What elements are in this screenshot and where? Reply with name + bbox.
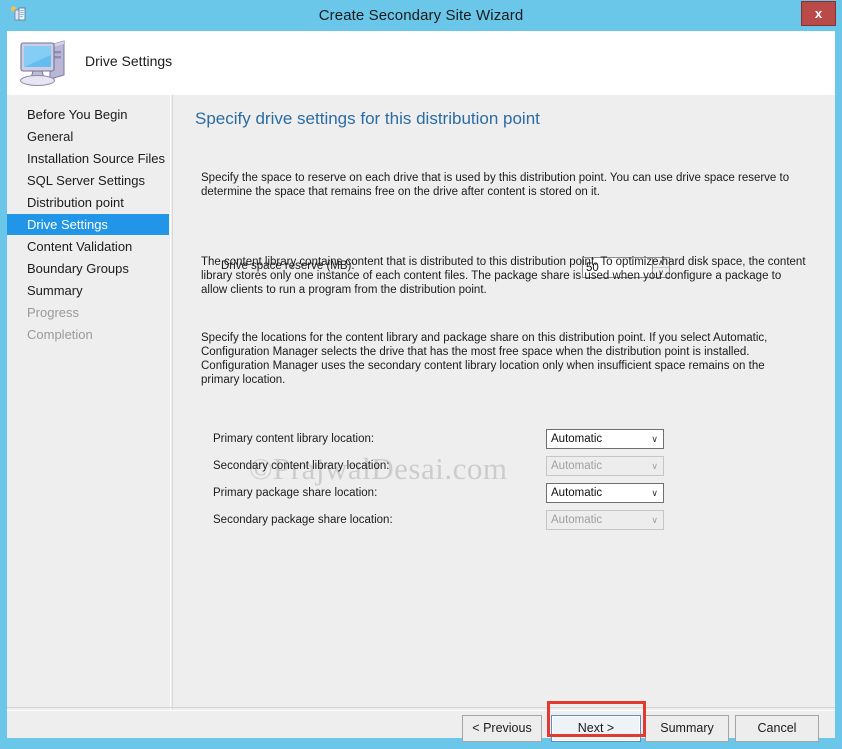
primary-package-share-location-value: Automatic xyxy=(551,487,603,499)
previous-button[interactable]: < Previous xyxy=(462,715,542,742)
dialog-body: Before You Begin General Installation So… xyxy=(7,95,835,738)
secondary-package-share-location-label: Secondary package share location: xyxy=(213,514,393,526)
chevron-down-icon: ∨ xyxy=(651,515,658,525)
sidebar-item-distribution-point[interactable]: Distribution point xyxy=(7,192,169,213)
primary-content-library-location-label: Primary content library location: xyxy=(213,433,375,445)
sidebar-item-summary[interactable]: Summary xyxy=(7,280,169,301)
title-bar: Create Secondary Site Wizard x xyxy=(0,0,842,31)
footer-separator xyxy=(7,707,835,708)
cancel-button[interactable]: Cancel xyxy=(735,715,819,742)
sidebar-item-installation-source-files[interactable]: Installation Source Files xyxy=(7,148,169,169)
sidebar-item-before-you-begin[interactable]: Before You Begin xyxy=(7,104,169,125)
secondary-content-library-location-value: Automatic xyxy=(551,460,603,472)
sidebar-item-sql-server-settings[interactable]: SQL Server Settings xyxy=(7,170,169,191)
sidebar-item-content-validation[interactable]: Content Validation xyxy=(7,236,169,257)
dialog-header: Drive Settings xyxy=(7,31,835,95)
sidebar-item-drive-settings[interactable]: Drive Settings xyxy=(7,214,169,235)
sidebar-item-boundary-groups[interactable]: Boundary Groups xyxy=(7,258,169,279)
sidebar-item-general[interactable]: General xyxy=(7,126,169,147)
description-paragraph-2: The content library contains content tha… xyxy=(201,256,806,296)
chevron-down-icon: ∨ xyxy=(651,488,658,498)
window-title: Create Secondary Site Wizard xyxy=(318,7,524,24)
chevron-down-icon: ∨ xyxy=(651,434,658,444)
sidebar-item-progress: Progress xyxy=(27,305,80,320)
header-title: Drive Settings xyxy=(85,53,173,69)
secondary-package-share-location-value: Automatic xyxy=(551,514,603,526)
primary-content-library-location-value: Automatic xyxy=(551,433,603,445)
dialog-surface: Drive Settings Before You Begin General … xyxy=(7,31,835,742)
primary-package-share-location-label: Primary package share location: xyxy=(213,487,378,499)
page-title: Specify drive settings for this distribu… xyxy=(195,109,540,128)
close-button[interactable]: x xyxy=(801,1,836,26)
sidebar-item-completion: Completion xyxy=(27,327,93,342)
content-pane: Specify drive settings for this distribu… xyxy=(173,95,835,738)
wizard-window: Create Secondary Site Wizard x Drive Set… xyxy=(0,0,842,749)
summary-button[interactable]: Summary xyxy=(645,715,729,742)
secondary-package-share-location-select: Automatic ∨ xyxy=(546,510,664,530)
secondary-content-library-location-label: Secondary content library location: xyxy=(213,460,390,472)
primary-content-library-location-select[interactable]: Automatic ∨ xyxy=(546,429,664,449)
description-paragraph-3: Specify the locations for the content li… xyxy=(201,332,768,386)
sidebar-divider xyxy=(170,95,171,738)
next-button[interactable]: Next > xyxy=(551,715,641,742)
secondary-content-library-location-select: Automatic ∨ xyxy=(546,456,664,476)
wizard-step-sidebar: Before You Begin General Installation So… xyxy=(7,95,169,738)
primary-package-share-location-select[interactable]: Automatic ∨ xyxy=(546,483,664,503)
dialog-footer: < Previous Next > Summary Cancel xyxy=(7,711,835,742)
computer-monitor-icon xyxy=(16,35,74,90)
description-paragraph-1: Specify the space to reserve on each dri… xyxy=(201,172,790,198)
chevron-down-icon: ∨ xyxy=(651,461,658,471)
